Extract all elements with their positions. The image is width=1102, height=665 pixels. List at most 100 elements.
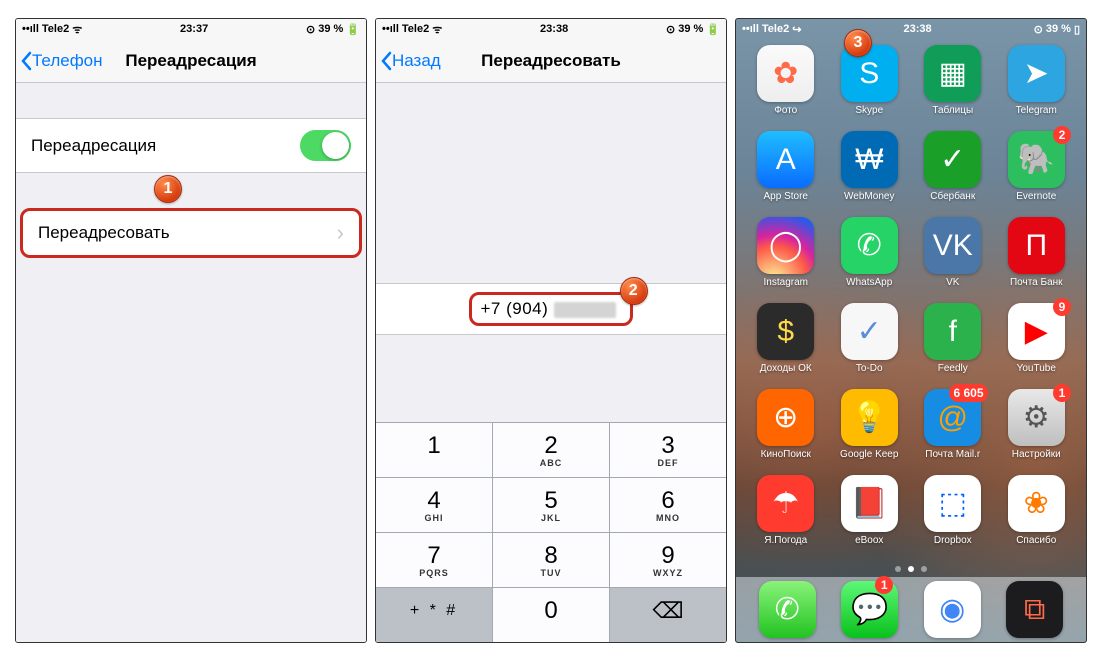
keypad-key-xxxxx[interactable]: + * # (376, 588, 493, 642)
app-app-store[interactable]: AApp Store (746, 131, 826, 217)
app-label: WebMoney (844, 191, 894, 202)
app-skype[interactable]: SSkype (830, 45, 910, 131)
toggle-switch-on[interactable] (300, 130, 351, 161)
app-label: Почта Банк (1010, 277, 1063, 288)
app-icon: VK (924, 217, 981, 274)
app-кинопоиск[interactable]: ⊕ КиноПоиск (746, 389, 826, 475)
keypad-key-3[interactable]: 3DEF (610, 423, 726, 477)
app-label: Спасибо (1016, 535, 1056, 546)
status-bar: ••ıll Tele2 ᯤ 23:37 ⊙ 39 % 🔋 (16, 19, 366, 39)
alarm-icon: ⊙ (666, 23, 675, 36)
status-bar: ••ıll Tele2 ↪ 23:38 ⊙ 39 % ▯ (736, 19, 1086, 39)
app-eboox[interactable]: 📕eBoox (830, 475, 910, 561)
app-whatsapp[interactable]: ✆ WhatsApp (830, 217, 910, 303)
app-evernote[interactable]: 🐘2Evernote (997, 131, 1077, 217)
alarm-icon: ⊙ (306, 23, 315, 36)
app-icon: ⬚ (924, 475, 981, 532)
carrier: Tele2 (762, 23, 789, 35)
carrier: Tele2 (402, 23, 429, 35)
signal-icon: ••ıll (22, 23, 39, 35)
app-instagram[interactable]: ◯Instagram (746, 217, 826, 303)
wifi-icon: ᯤ (72, 22, 82, 37)
app-фото[interactable]: ✿Фото (746, 45, 826, 131)
app-phone[interactable]: ✆ (759, 581, 816, 638)
nav-bar: Телефон Переадресация (16, 39, 366, 83)
keypad-key-1[interactable]: 1 (376, 423, 493, 477)
keypad-key-2[interactable]: 2ABC (493, 423, 610, 477)
keypad-key-6[interactable]: 6MNO (610, 478, 726, 532)
app-to-do[interactable]: ✓To-Do (830, 303, 910, 389)
app-google-keep[interactable]: 💡Google Keep (830, 389, 910, 475)
app-label: Я.Погода (764, 535, 807, 546)
app-label: VK (946, 277, 959, 288)
battery-pct: 39 % (678, 23, 703, 35)
app-сбербанк[interactable]: ✓Сбербанк (913, 131, 993, 217)
chevron-left-icon (380, 51, 392, 71)
app-я-погода[interactable]: ☂Я.Погода (746, 475, 826, 561)
forward-to-row[interactable]: Переадресовать › (20, 208, 362, 258)
app-label: YouTube (1017, 363, 1056, 374)
battery-icon: 🔋 (346, 23, 360, 36)
keypad-key-8[interactable]: 8TUV (493, 533, 610, 587)
back-button[interactable]: Назад (376, 51, 441, 71)
app-icon: ✆ (841, 217, 898, 274)
home-content: ✿ФотоSSkype▦Таблицы➤Telegram AApp Store₩W… (736, 19, 1086, 642)
battery-icon: 🔋 (706, 23, 720, 36)
app-webmoney[interactable]: ₩WebMoney (830, 131, 910, 217)
chevron-left-icon (20, 51, 32, 71)
app-youtube[interactable]: ▶9YouTube (997, 303, 1077, 389)
app-label: КиноПоиск (761, 449, 811, 460)
forwarding-toggle-row[interactable]: Переадресация (16, 118, 366, 173)
app-chrome[interactable]: ◉ (924, 581, 981, 638)
annotation-badge-3: 3 (844, 29, 872, 57)
app-feedly[interactable]: f Feedly (913, 303, 993, 389)
app-wallet[interactable]: ⧉ (1006, 581, 1063, 638)
app-доходы-ок[interactable]: $Доходы ОК (746, 303, 826, 389)
app-label: Сбербанк (930, 191, 975, 202)
app-messages[interactable]: 💬1 (841, 581, 898, 638)
app-icon: 📕 (841, 475, 898, 532)
app-label: Google Keep (840, 449, 898, 460)
phone-input-row[interactable]: +7 (904) 2 (376, 283, 726, 335)
phone-blurred-part (554, 302, 616, 318)
keypad-key-4[interactable]: 4GHI (376, 478, 493, 532)
app-icon: f (924, 303, 981, 360)
chevron-right-icon: › (337, 222, 344, 244)
app-telegram[interactable]: ➤Telegram (997, 45, 1077, 131)
back-label: Назад (392, 51, 441, 71)
app-icon: ⊕ (757, 389, 814, 446)
keypad-key-7[interactable]: 7PQRS (376, 533, 493, 587)
app-label: Instagram (764, 277, 808, 288)
keypad-key-0[interactable]: 0 (493, 588, 610, 642)
app-label: WhatsApp (846, 277, 892, 288)
app-настройки[interactable]: ⚙1Настройки (997, 389, 1077, 475)
app-таблицы[interactable]: ▦Таблицы (913, 45, 993, 131)
app-icon: ⧉ (1006, 581, 1063, 638)
app-icon: ◉ (924, 581, 981, 638)
keypad-key-x[interactable]: ⌫ (610, 588, 726, 642)
app-label: Feedly (938, 363, 968, 374)
app-icon: П (1008, 217, 1065, 274)
screen-1-call-forwarding: ••ıll Tele2 ᯤ 23:37 ⊙ 39 % 🔋 Телефон Пер… (15, 18, 367, 643)
app-vk[interactable]: VK VK (913, 217, 993, 303)
keypad-key-5[interactable]: 5JKL (493, 478, 610, 532)
app-спасибо[interactable]: ❀Спасибо (997, 475, 1077, 561)
signal-icon: ••ıll (382, 23, 399, 35)
app-почта-банк[interactable]: П Почта Банк (997, 217, 1077, 303)
app-icon: ➤ (1008, 45, 1065, 102)
annotation-badge-2: 2 (620, 277, 648, 305)
app-label: Фото (774, 105, 797, 116)
battery-pct: 39 % (1046, 23, 1071, 35)
phone-number-field[interactable]: +7 (904) 2 (469, 292, 632, 326)
screen-2-forward-number: ••ıll Tele2 ᯤ 23:38 ⊙ 39 % 🔋 Назад Переа… (375, 18, 727, 643)
phone-visible-part: +7 (904) (480, 299, 553, 318)
app-icon: ✆ (759, 581, 816, 638)
page-dots[interactable] (736, 561, 1086, 577)
status-time: 23:38 (540, 23, 568, 35)
back-button[interactable]: Телефон (16, 51, 103, 71)
app-label: Доходы ОК (760, 363, 812, 374)
app-dropbox[interactable]: ⬚Dropbox (913, 475, 993, 561)
app-почта-mail-r[interactable]: @6 605Почта Mail.r (913, 389, 993, 475)
keypad-key-9[interactable]: 9WXYZ (610, 533, 726, 587)
dock: ✆ 💬1 ◉ ⧉ (736, 577, 1086, 642)
